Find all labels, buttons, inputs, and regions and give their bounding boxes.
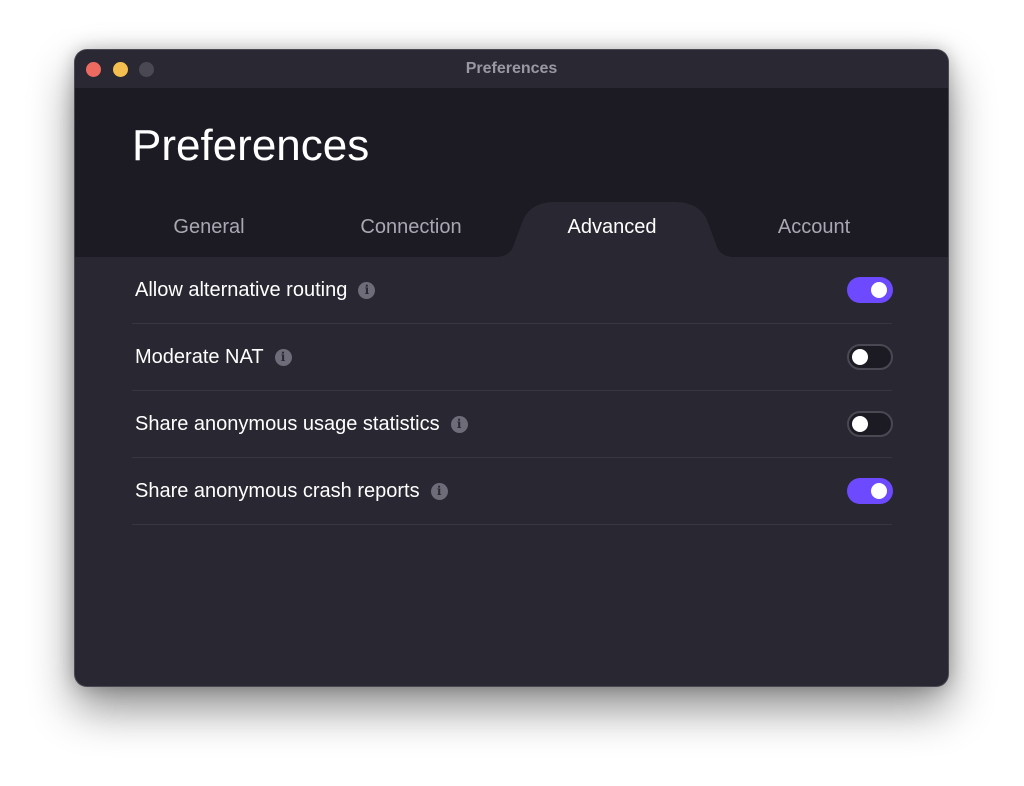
info-icon[interactable]: i [430, 482, 448, 500]
toggle-knob [871, 483, 887, 499]
tab-advanced[interactable]: Advanced [512, 216, 712, 239]
toggle-knob [871, 282, 887, 298]
toggle-knob [852, 349, 868, 365]
settings-list: Allow alternative routing i Moderate NAT… [132, 257, 893, 525]
info-icon[interactable]: i [274, 348, 292, 366]
setting-row-moderate-nat: Moderate NAT i [132, 324, 893, 391]
setting-row-usage-statistics: Share anonymous usage statistics i [132, 391, 893, 458]
setting-label: Allow alternative routing [135, 278, 348, 301]
setting-label: Share anonymous usage statistics [135, 412, 440, 435]
info-icon[interactable]: i [358, 281, 376, 299]
title-bar: Preferences [75, 50, 948, 88]
window-title: Preferences [465, 60, 558, 77]
setting-label: Moderate NAT [135, 345, 264, 368]
header: Preferences General Connection Advanced … [75, 88, 948, 257]
usage-statistics-toggle[interactable] [847, 411, 893, 437]
tab-connection[interactable]: Connection [311, 216, 511, 239]
preferences-window: Preferences Preferences General Connecti… [75, 50, 948, 686]
moderate-nat-toggle[interactable] [847, 344, 893, 370]
alternative-routing-toggle[interactable] [847, 277, 893, 303]
tab-general[interactable]: General [109, 216, 309, 239]
toggle-knob [852, 416, 868, 432]
setting-row-crash-reports: Share anonymous crash reports i [132, 458, 893, 525]
setting-row-alternative-routing: Allow alternative routing i [132, 257, 893, 324]
crash-reports-toggle[interactable] [847, 478, 893, 504]
info-icon[interactable]: i [450, 415, 468, 433]
tab-account[interactable]: Account [714, 216, 914, 239]
page-title: Preferences [132, 121, 370, 170]
setting-label: Share anonymous crash reports [135, 479, 420, 502]
